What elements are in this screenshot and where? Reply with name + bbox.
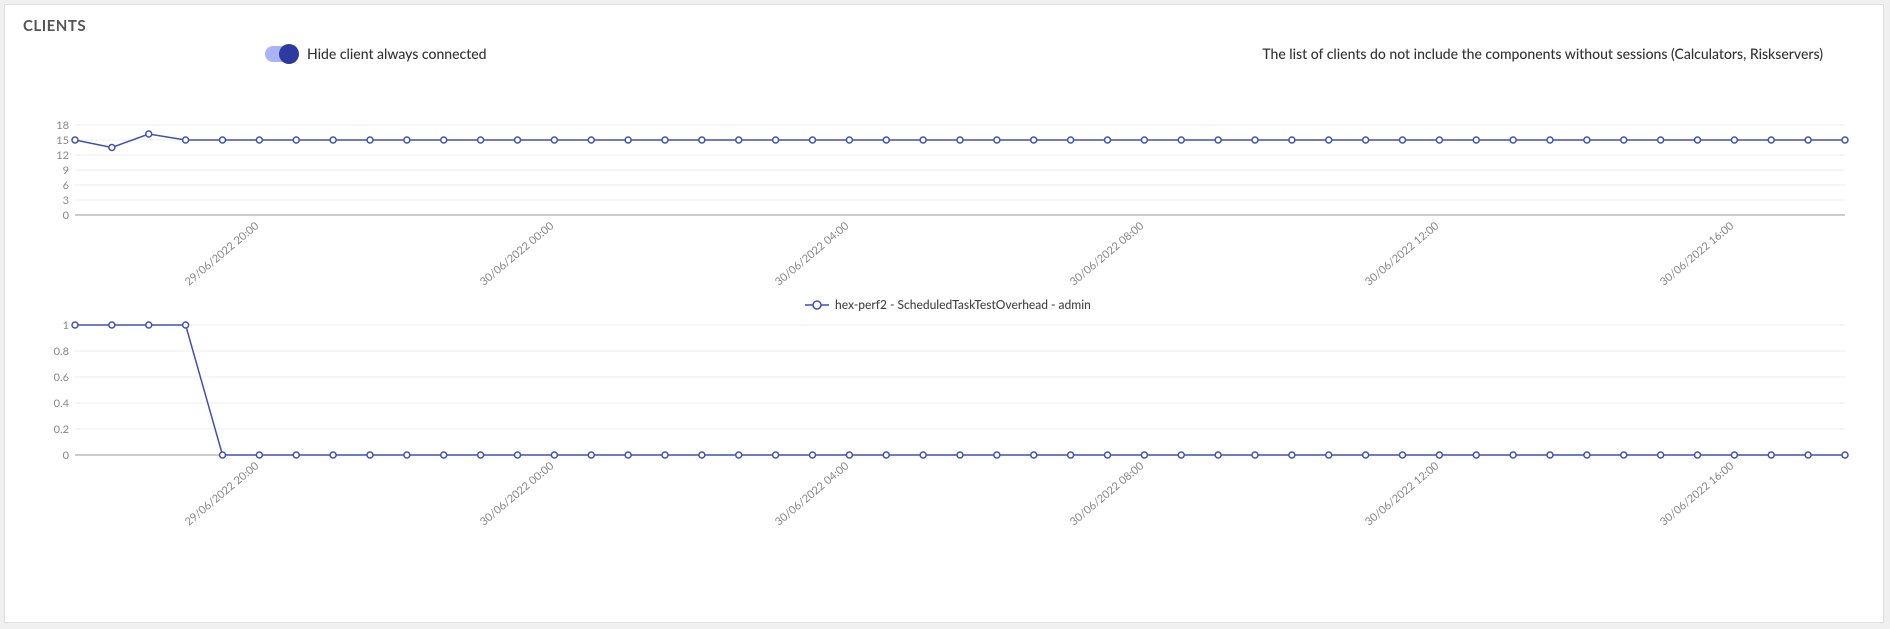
x-tick-label: 29/06/2022 20:00 (182, 219, 261, 289)
svg-text:9: 9 (63, 164, 69, 177)
toggle-label: Hide client always connected (307, 45, 487, 62)
panel-note: The list of clients do not include the c… (1262, 45, 1823, 62)
toggle-thumb (279, 44, 299, 64)
clients-chart-top[interactable]: 0 3 6 9 12 15 18 29/06/2022 20:00 30/06/2022 00:… (35, 95, 1855, 315)
x-tick-label: 30/06/2022 08:00 (1067, 459, 1146, 529)
charts-area: 0 3 6 9 12 15 18 29/06/2022 20:00 30/06/2022 00:… (35, 95, 1853, 612)
toggle-track (265, 46, 297, 62)
hide-connected-toggle[interactable]: Hide client always connected (265, 45, 487, 62)
clients-panel: CLIENTS Hide client always connected The… (4, 4, 1884, 623)
x-tick-label: 30/06/2022 04:00 (772, 459, 851, 529)
svg-text:0.6: 0.6 (54, 371, 69, 384)
svg-text:18: 18 (56, 119, 69, 132)
svg-text:0.4: 0.4 (54, 397, 70, 410)
x-tick-label: 30/06/2022 08:00 (1067, 219, 1146, 289)
x-tick-label: 30/06/2022 12:00 (1362, 219, 1441, 289)
svg-text:0.2: 0.2 (54, 423, 69, 436)
svg-text:6: 6 (63, 179, 69, 192)
svg-text:12: 12 (56, 149, 69, 162)
x-tick-label: 30/06/2022 16:00 (1657, 219, 1736, 289)
svg-text:0: 0 (63, 209, 70, 222)
svg-text:3: 3 (63, 194, 69, 207)
x-tick-label: 30/06/2022 00:00 (477, 459, 556, 529)
svg-text:0: 0 (63, 449, 70, 462)
svg-text:15: 15 (56, 134, 69, 147)
x-tick-label: 30/06/2022 04:00 (772, 219, 851, 289)
svg-text:1: 1 (63, 319, 69, 332)
legend-label: hex-perf2 - ScheduledTaskTestOverhead - … (835, 297, 1091, 312)
clients-chart-bottom[interactable]: 0 0.2 0.4 0.6 0.8 1 29/06/2022 20:00 30/06/2022… (35, 315, 1855, 535)
x-tick-label: 30/06/2022 16:00 (1657, 459, 1736, 529)
panel-header: Hide client always connected The list of… (5, 35, 1883, 62)
x-tick-label: 29/06/2022 20:00 (182, 459, 261, 529)
x-tick-label: 30/06/2022 00:00 (477, 219, 556, 289)
svg-text:0.8: 0.8 (54, 345, 69, 358)
panel-title: CLIENTS (5, 5, 1883, 35)
x-tick-label: 30/06/2022 12:00 (1362, 459, 1441, 529)
